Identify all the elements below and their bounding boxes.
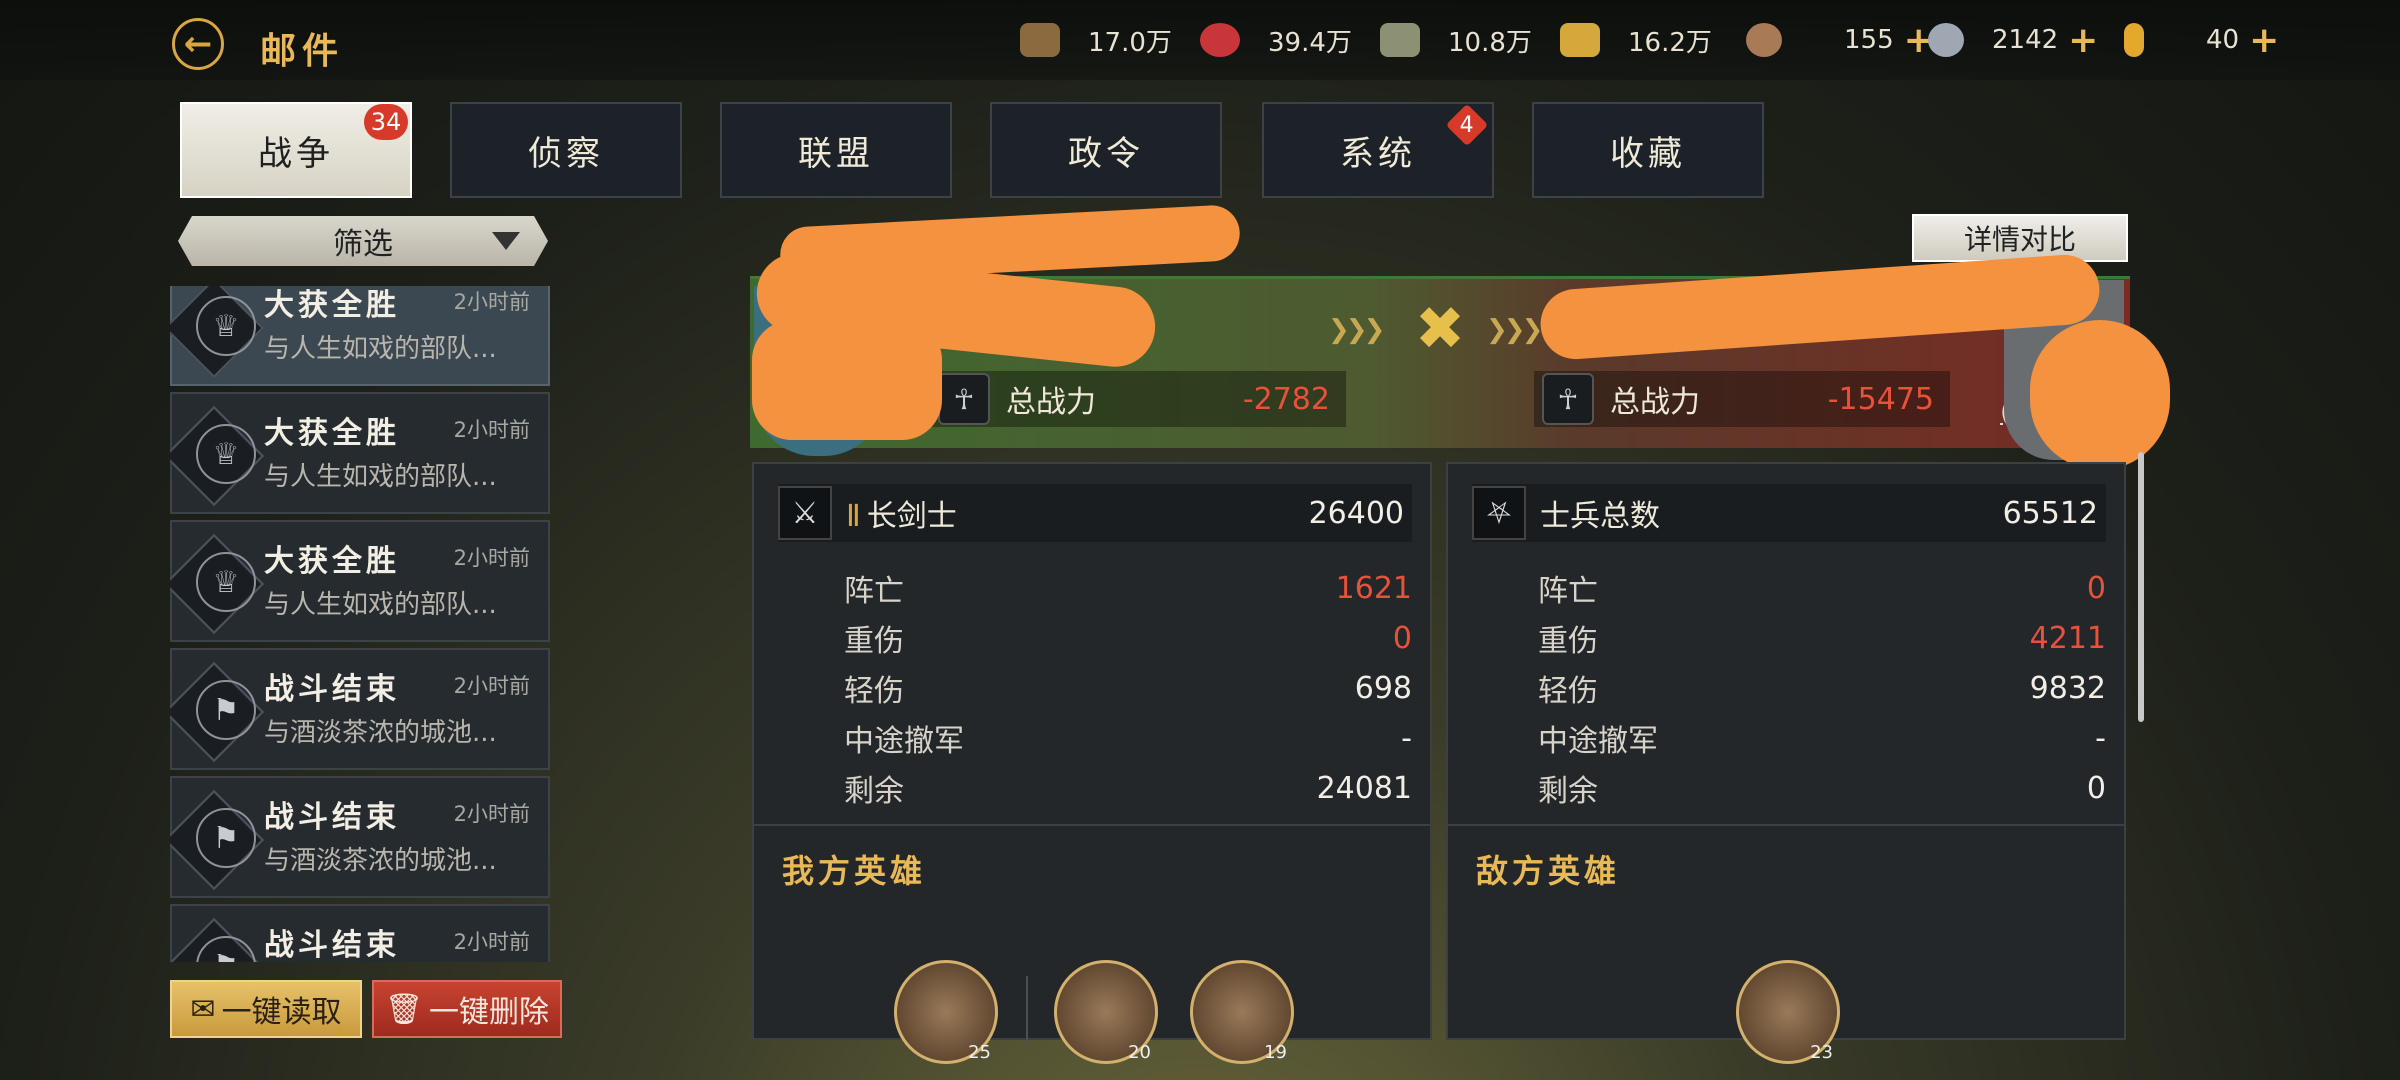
redaction-scribble (752, 320, 942, 440)
unread-badge: 34 (364, 104, 408, 140)
mail-item[interactable]: ♕ 大获全胜 2小时前 与人生如戏的部队... (170, 520, 550, 642)
tab-favorites[interactable]: 收藏 (1532, 102, 1764, 198)
unread-badge: 4 (1445, 103, 1489, 147)
gold-bar-icon (1560, 23, 1600, 57)
arrow-right-icon: ❯❯❯ (1328, 315, 1385, 345)
scrollbar[interactable] (2138, 452, 2144, 722)
back-button[interactable]: ← (172, 18, 224, 70)
redaction-scribble (2030, 320, 2170, 470)
tab-scout[interactable]: 侦察 (450, 102, 682, 198)
mail-item[interactable]: ⚑ 战斗结束 2小时前 与酒淡茶浓的城池... (170, 776, 550, 898)
trash-icon: 🗑 (384, 991, 424, 1027)
stat-row: 轻伤 9832 (1538, 670, 2106, 710)
resource-gem[interactable]: 40 + (2124, 18, 2279, 62)
helmet-icon: ⛧ (1472, 486, 1526, 540)
mail-item[interactable]: ♕ 大获全胜 2小时前 与人生如戏的部队... (170, 392, 550, 514)
stat-row: 剩余 24081 (844, 770, 1412, 810)
hero-avatar[interactable]: 25 (894, 960, 998, 1064)
envelope-icon: ✉ (190, 991, 216, 1027)
mail-item[interactable]: ⚑ 战斗结束 2小时前 与酒淡茶浓的城池... (170, 648, 550, 770)
power-icon: ☥ (938, 373, 990, 425)
tab-war[interactable]: 战争 34 (180, 102, 412, 198)
power-icon: ☥ (1542, 373, 1594, 425)
ally-total-power: ☥ 总战力 -2782 (930, 371, 1346, 427)
resource-bronze[interactable]: 155 + (1746, 18, 1934, 62)
shield-icon: ♕ (196, 424, 256, 484)
stat-row: 阵亡 0 (1538, 570, 2106, 610)
stat-row: 轻伤 698 (844, 670, 1412, 710)
page-title: 邮件 (260, 31, 345, 72)
resource-wood[interactable]: 17.0万 (1020, 18, 1172, 62)
divider (754, 824, 1430, 826)
stat-row: 剩余 0 (1538, 770, 2106, 810)
enemy-total-power: ☥ 总战力 -15475 (1534, 371, 1950, 427)
resource-meat[interactable]: 39.4万 (1200, 18, 1352, 62)
divider (1026, 976, 1028, 1046)
wood-icon (1020, 23, 1060, 57)
flag-icon: ⚑ (196, 680, 256, 740)
crossed-swords-icon: ✖ (1414, 294, 1466, 364)
meat-icon (1200, 23, 1240, 57)
resource-silver[interactable]: 2142 + (1928, 18, 2098, 62)
resource-stone[interactable]: 10.8万 (1380, 18, 1532, 62)
stat-row: 中途撤军 - (844, 720, 1412, 760)
ally-panel: ⚔ Ⅱ 长剑士 26400 阵亡 1621 重伤 0 轻伤 698 中途撤军 - 剩余 24… (752, 462, 1432, 1064)
silver-coin-icon (1928, 23, 1964, 57)
compare-details-button[interactable]: 详情对比 (1912, 214, 2128, 262)
stat-row: 重伤 4211 (1538, 620, 2106, 660)
bronze-coin-icon (1746, 23, 1782, 57)
mail-item[interactable]: ⚑ 战斗结束 2小时前 (170, 904, 550, 962)
hero-avatar[interactable]: 19 (1190, 960, 1294, 1064)
sword-icon: ⚔ (778, 486, 832, 540)
resource-gold[interactable]: 16.2万 (1560, 18, 1712, 62)
add-gem-button[interactable]: + (2249, 20, 2279, 61)
gem-icon (2124, 23, 2144, 57)
filter-dropdown[interactable]: 筛选 (178, 216, 548, 266)
enemy-panel: ⛧ 士兵总数 65512 阵亡 0 重伤 4211 轻伤 9832 中途撤军 - 剩余 0… (1446, 462, 2126, 1064)
mail-item[interactable]: ♕ 大获全胜 2小时前 与人生如戏的部队... (170, 286, 550, 386)
tab-system[interactable]: 系统 4 (1262, 102, 1494, 198)
hero-avatar[interactable]: 20 (1054, 960, 1158, 1064)
tab-decree[interactable]: 政令 (990, 102, 1222, 198)
stone-icon (1380, 23, 1420, 57)
divider (1448, 824, 2124, 826)
stat-row: 中途撤军 - (1538, 720, 2106, 760)
add-silver-button[interactable]: + (2068, 20, 2098, 61)
flag-icon: ⚑ (196, 808, 256, 868)
arrow-right-icon: ❯❯❯ (1486, 315, 1543, 345)
delete-all-button[interactable]: 🗑 一键删除 (372, 980, 562, 1038)
stat-row: 重伤 0 (844, 620, 1412, 660)
read-all-button[interactable]: ✉ 一键读取 (170, 980, 362, 1038)
shield-icon: ♕ (196, 296, 256, 356)
back-arrow-icon: ← (183, 24, 213, 64)
enemy-unit-header: ⛧ 士兵总数 65512 (1472, 484, 2106, 542)
mail-list[interactable]: ♕ 大获全胜 2小时前 与人生如戏的部队... ♕ 大获全胜 2小时前 与人生如… (170, 286, 552, 962)
shield-icon: ♕ (196, 552, 256, 612)
tab-alliance[interactable]: 联盟 (720, 102, 952, 198)
dropdown-arrow-icon (492, 232, 520, 250)
hero-avatar[interactable]: 23 (1736, 960, 1840, 1064)
ally-unit-header: ⚔ Ⅱ 长剑士 26400 (778, 484, 1412, 542)
stat-row: 阵亡 1621 (844, 570, 1412, 610)
